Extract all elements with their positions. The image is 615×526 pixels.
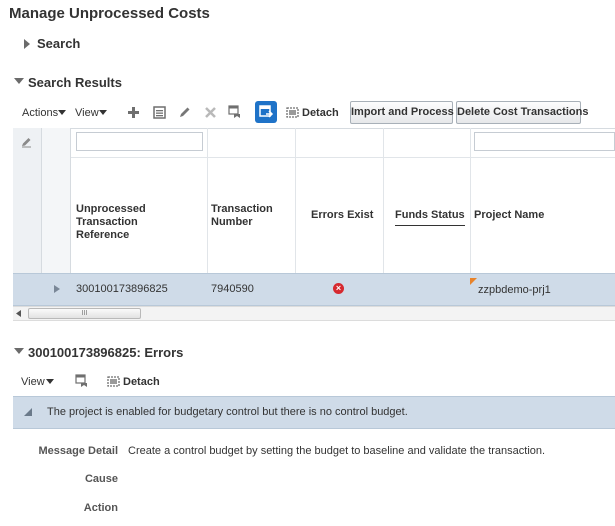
edit-pencil-icon[interactable] xyxy=(178,106,191,119)
column-divider xyxy=(383,128,384,273)
actions-chevron-down-icon xyxy=(58,110,66,115)
column-divider xyxy=(207,128,208,273)
column-header-reference-line1: Unprocessed Transaction xyxy=(76,203,146,228)
message-detail-value: Create a control budget by setting the b… xyxy=(128,445,546,457)
column-header-transaction-number[interactable]: Transaction Number xyxy=(211,203,295,229)
freeze-columns-button[interactable] xyxy=(255,101,277,123)
errors-detach-button[interactable]: Detach xyxy=(123,376,160,388)
action-label: Action xyxy=(83,502,118,514)
view-details-icon[interactable] xyxy=(153,106,166,119)
message-detail-label: Message Detail xyxy=(38,445,118,457)
column-header-transaction-number-line1: Transaction xyxy=(211,203,273,215)
errors-section-header: 300100173896825: Errors xyxy=(28,345,184,360)
column-header-reference[interactable]: Unprocessed Transaction Reference xyxy=(76,203,206,242)
column-header-project-name[interactable]: Project Name xyxy=(474,209,544,222)
column-header-errors-exist[interactable]: Errors Exist xyxy=(311,209,373,222)
query-by-example-icon[interactable] xyxy=(228,105,242,119)
cell-reference: 300100173896825 xyxy=(76,283,168,295)
column-header-transaction-number-line2: Number xyxy=(211,216,253,228)
errors-view-label: View xyxy=(21,376,45,388)
scroll-left-icon[interactable] xyxy=(16,310,21,317)
filter-row-divider xyxy=(71,157,615,158)
errors-detach-icon[interactable] xyxy=(107,375,120,388)
delete-cost-transactions-button[interactable]: Delete Cost Transactions xyxy=(456,101,588,124)
search-section-header[interactable]: Search xyxy=(37,36,80,51)
search-results-header: Search Results xyxy=(28,75,122,90)
cause-label: Cause xyxy=(84,473,118,485)
detach-icon[interactable] xyxy=(286,106,299,119)
errors-disclosure-icon[interactable] xyxy=(14,348,24,354)
row-expand-icon[interactable] xyxy=(54,285,60,293)
detach-button[interactable]: Detach xyxy=(302,107,339,119)
column-header-funds-status[interactable]: Funds Status xyxy=(395,209,465,226)
horizontal-scroll-thumb[interactable]: III xyxy=(28,308,141,319)
error-collapse-icon[interactable] xyxy=(24,408,32,416)
add-row-icon[interactable] xyxy=(127,106,140,119)
error-message-text: The project is enabled for budgetary con… xyxy=(47,406,408,418)
delete-x-icon[interactable] xyxy=(204,106,217,119)
project-name-filter-input[interactable] xyxy=(474,132,615,151)
view-menu[interactable]: View xyxy=(75,107,99,119)
edit-indicator-icon xyxy=(21,137,32,148)
results-disclosure-icon[interactable] xyxy=(14,78,24,84)
actions-menu[interactable]: Actions xyxy=(22,107,58,119)
view-label: View xyxy=(75,107,99,119)
errors-view-menu[interactable]: View xyxy=(21,376,45,388)
freeze-icon xyxy=(259,105,274,118)
page-title: Manage Unprocessed Costs xyxy=(9,5,210,22)
column-divider xyxy=(295,128,296,273)
changed-indicator-icon xyxy=(470,278,477,285)
view-chevron-down-icon xyxy=(99,110,107,115)
cell-project-name: zzpbdemo-prj1 xyxy=(478,284,551,296)
errors-query-by-example-icon[interactable] xyxy=(75,374,89,388)
actions-label: Actions xyxy=(22,107,59,119)
errors-view-chevron-down-icon xyxy=(46,379,54,384)
search-disclosure-icon[interactable] xyxy=(24,39,30,49)
reference-filter-input[interactable] xyxy=(76,132,203,151)
cell-transaction-number: 7940590 xyxy=(211,283,254,295)
import-and-process-button[interactable]: Import and Process xyxy=(350,101,454,124)
error-icon: × xyxy=(333,283,344,294)
column-header-reference-line2: Reference xyxy=(76,229,130,241)
column-divider xyxy=(470,128,471,273)
